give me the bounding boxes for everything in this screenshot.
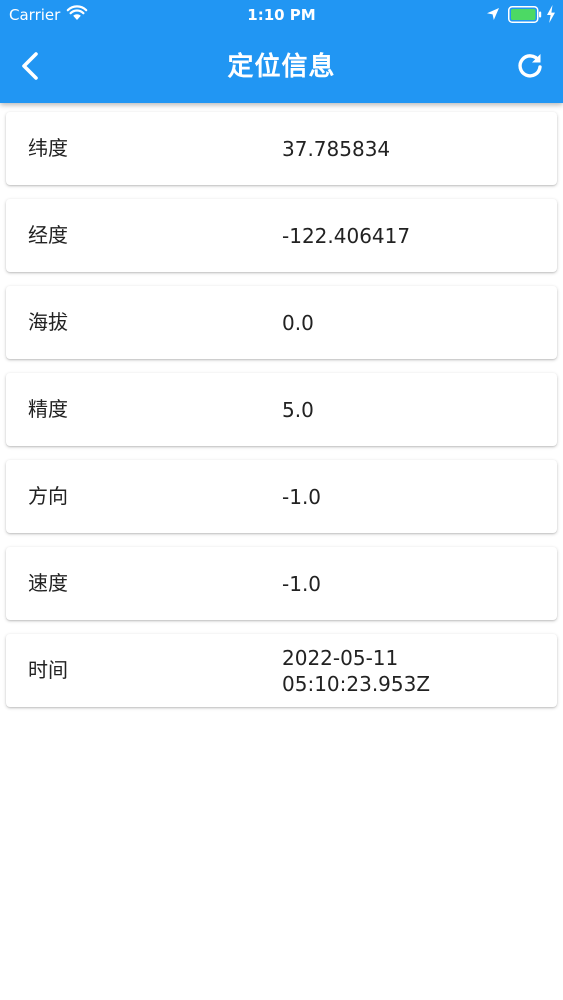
info-card-latitude: 纬度 37.785834 <box>6 112 557 185</box>
status-bar: Carrier 1:10 PM <box>0 0 563 30</box>
info-card-heading: 方向 -1.0 <box>6 460 557 533</box>
location-arrow-icon <box>487 8 499 20</box>
info-card-altitude: 海拔 0.0 <box>6 286 557 359</box>
latitude-value: 37.785834 <box>282 136 391 161</box>
refresh-button[interactable] <box>510 46 550 86</box>
info-card-speed: 速度 -1.0 <box>6 547 557 620</box>
page-title: 定位信息 <box>227 52 336 82</box>
charging-bolt-icon <box>547 5 555 23</box>
battery-icon <box>508 6 542 23</box>
info-card-time: 时间 2022-05-11 05:10:23.953Z <box>6 634 557 707</box>
speed-label: 速度 <box>28 571 68 595</box>
accuracy-value: 5.0 <box>282 397 314 422</box>
longitude-label: 经度 <box>28 223 68 247</box>
time-label: 时间 <box>28 658 68 682</box>
app-bar: Carrier 1:10 PM 定位信息 <box>0 0 563 103</box>
info-card-longitude: 经度 -122.406417 <box>6 199 557 272</box>
speed-value: -1.0 <box>282 571 322 596</box>
time-value: 2022-05-11 05:10:23.953Z <box>282 645 431 696</box>
altitude-label: 海拔 <box>28 310 68 334</box>
heading-label: 方向 <box>28 484 68 508</box>
longitude-value: -122.406417 <box>282 223 411 248</box>
refresh-icon <box>518 54 542 78</box>
altitude-value: 0.0 <box>282 310 314 335</box>
location-info-list: 纬度 37.785834 经度 -122.406417 海拔 0.0 精度 5.… <box>6 112 557 721</box>
info-card-accuracy: 精度 5.0 <box>6 373 557 446</box>
status-time: 1:10 PM <box>247 6 316 24</box>
accuracy-label: 精度 <box>28 397 68 421</box>
latitude-label: 纬度 <box>28 136 68 160</box>
heading-value: -1.0 <box>282 484 322 509</box>
